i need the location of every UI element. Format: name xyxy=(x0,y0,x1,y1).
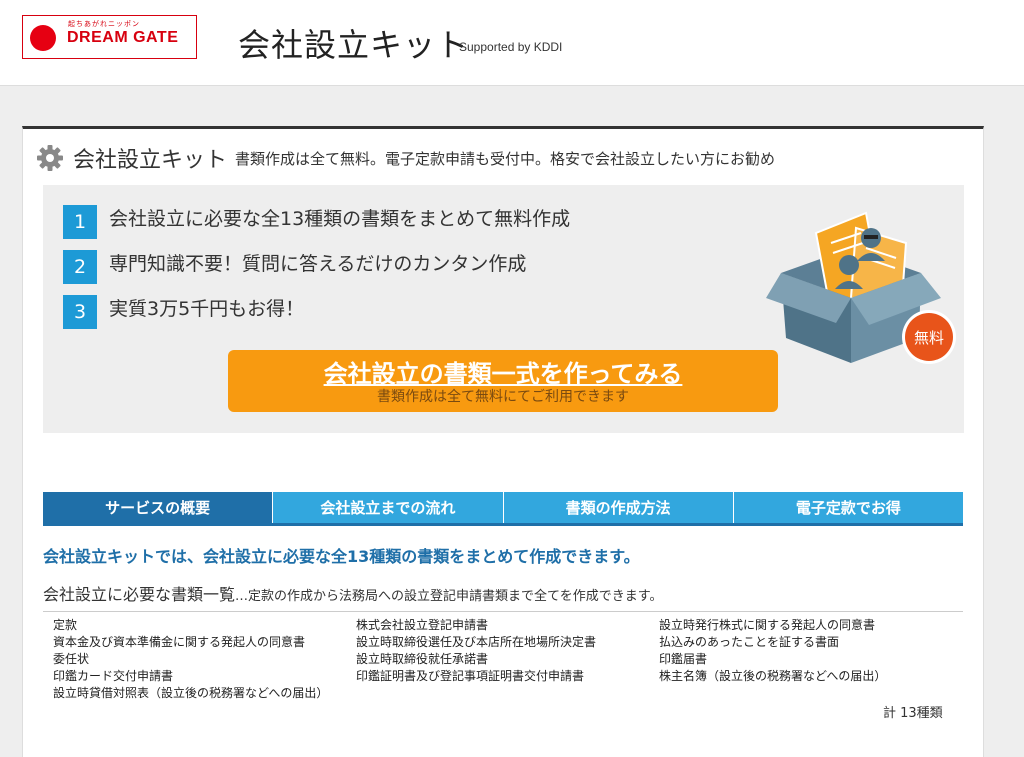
logo-name: DREAM GATE xyxy=(67,29,179,46)
feature-item: 3 実質3万5千円もお得！ xyxy=(63,291,305,329)
list-item: 設立時取締役就任承諾書 xyxy=(356,652,489,666)
feature-number: 1 xyxy=(63,205,97,239)
list-item: 設立時貸借対照表（設立後の税務署などへの届出） xyxy=(53,686,329,700)
site-header: 起ちあがれニッポン DREAM GATE 会社設立キット Supported b… xyxy=(0,0,1024,86)
list-item: 定款 xyxy=(53,618,78,632)
tab-bar: サービスの概要 会社設立までの流れ 書類の作成方法 電子定款でお得 xyxy=(43,492,963,526)
logo-tagline: 起ちあがれニッポン xyxy=(68,20,140,28)
panel-title: 会社設立キット xyxy=(73,148,228,173)
cta-sublabel: 書類作成は全て無料にてご利用できます xyxy=(377,389,629,405)
list-item: 印鑑カード交付申請書 xyxy=(53,669,174,683)
documents-total: 計 13種類 xyxy=(883,706,943,721)
cta-label: 会社設立の書類一式を作ってみる xyxy=(323,360,683,388)
list-item: 設立時発行株式に関する発起人の同意書 xyxy=(659,618,876,632)
feature-number: 2 xyxy=(63,250,97,284)
main-panel: 会社設立キット 書類作成は全て無料。電子定款申請も受付中。格安で会社設立したい方… xyxy=(22,126,984,757)
documents-column-1: 定款 資本金及び資本準備金に関する発起人の同意書 委任状 印鑑カード交付申請書 … xyxy=(53,617,328,702)
tab-process[interactable]: 会社設立までの流れ xyxy=(273,492,504,523)
dream-gate-logo[interactable]: 起ちあがれニッポン DREAM GATE xyxy=(22,15,197,59)
feature-item: 1 会社設立に必要な全13種類の書類をまとめて無料作成 xyxy=(63,201,571,239)
supported-by: Supported by KDDI xyxy=(459,40,563,54)
feature-text: 会社設立に必要な全13種類の書類をまとめて無料作成 xyxy=(109,207,571,230)
rising-sun-icon xyxy=(30,25,56,51)
list-item: 印鑑証明書及び登記事項証明書交付申請書 xyxy=(356,669,585,683)
list-item: 設立時取締役選任及び本店所在地場所決定書 xyxy=(356,635,597,649)
documents-heading-title: 会社設立に必要な書類一覧 xyxy=(43,585,236,604)
documents-heading-note: …定款の作成から法務局への設立登記申請書類まで全てを作成できます。 xyxy=(235,589,663,604)
panel-heading: 会社設立キット 書類作成は全て無料。電子定款申請も受付中。格安で会社設立したい方… xyxy=(35,143,775,173)
site-title: 会社設立キット xyxy=(238,26,470,64)
gear-icon xyxy=(37,145,63,171)
feature-box: 1 会社設立に必要な全13種類の書類をまとめて無料作成 2 専門知識不要！質問に… xyxy=(43,185,964,433)
list-item: 印鑑届書 xyxy=(659,652,708,666)
list-item: 株式会社設立登記申請書 xyxy=(356,618,489,632)
documents-heading: 会社設立に必要な書類一覧…定款の作成から法務局への設立登記申請書類まで全てを作成… xyxy=(43,581,963,612)
list-item: 資本金及び資本準備金に関する発起人の同意書 xyxy=(53,635,306,649)
tab-overview[interactable]: サービスの概要 xyxy=(43,492,274,523)
feature-number: 3 xyxy=(63,295,97,329)
lead-text: 会社設立キットでは、会社設立に必要な全13種類の書類をまとめて作成できます。 xyxy=(43,547,640,566)
list-item: 委任状 xyxy=(53,652,90,666)
feature-item: 2 専門知識不要！質問に答えるだけのカンタン作成 xyxy=(63,246,527,284)
tab-how-to-create[interactable]: 書類の作成方法 xyxy=(503,492,734,523)
create-documents-button[interactable]: 会社設立の書類一式を作ってみる 書類作成は全て無料にてご利用できます xyxy=(228,350,778,412)
feature-text: 実質3万5千円もお得！ xyxy=(109,297,305,320)
document-box-illustration: 無料 xyxy=(766,211,956,364)
documents-column-2: 株式会社設立登記申請書 設立時取締役選任及び本店所在地場所決定書 設立時取締役就… xyxy=(356,617,596,685)
list-item: 払込みのあったことを証する書面 xyxy=(659,635,840,649)
tab-electronic-articles[interactable]: 電子定款でお得 xyxy=(733,492,963,523)
panel-description: 書類作成は全て無料。電子定款申請も受付中。格安で会社設立したい方にお勧め xyxy=(235,149,776,168)
documents-column-3: 設立時発行株式に関する発起人の同意書 払込みのあったことを証する書面 印鑑届書 … xyxy=(659,617,886,685)
feature-text: 専門知識不要！質問に答えるだけのカンタン作成 xyxy=(109,252,527,275)
list-item: 株主名簿（設立後の税務署などへの届出） xyxy=(659,669,887,683)
free-badge: 無料 xyxy=(914,329,944,347)
